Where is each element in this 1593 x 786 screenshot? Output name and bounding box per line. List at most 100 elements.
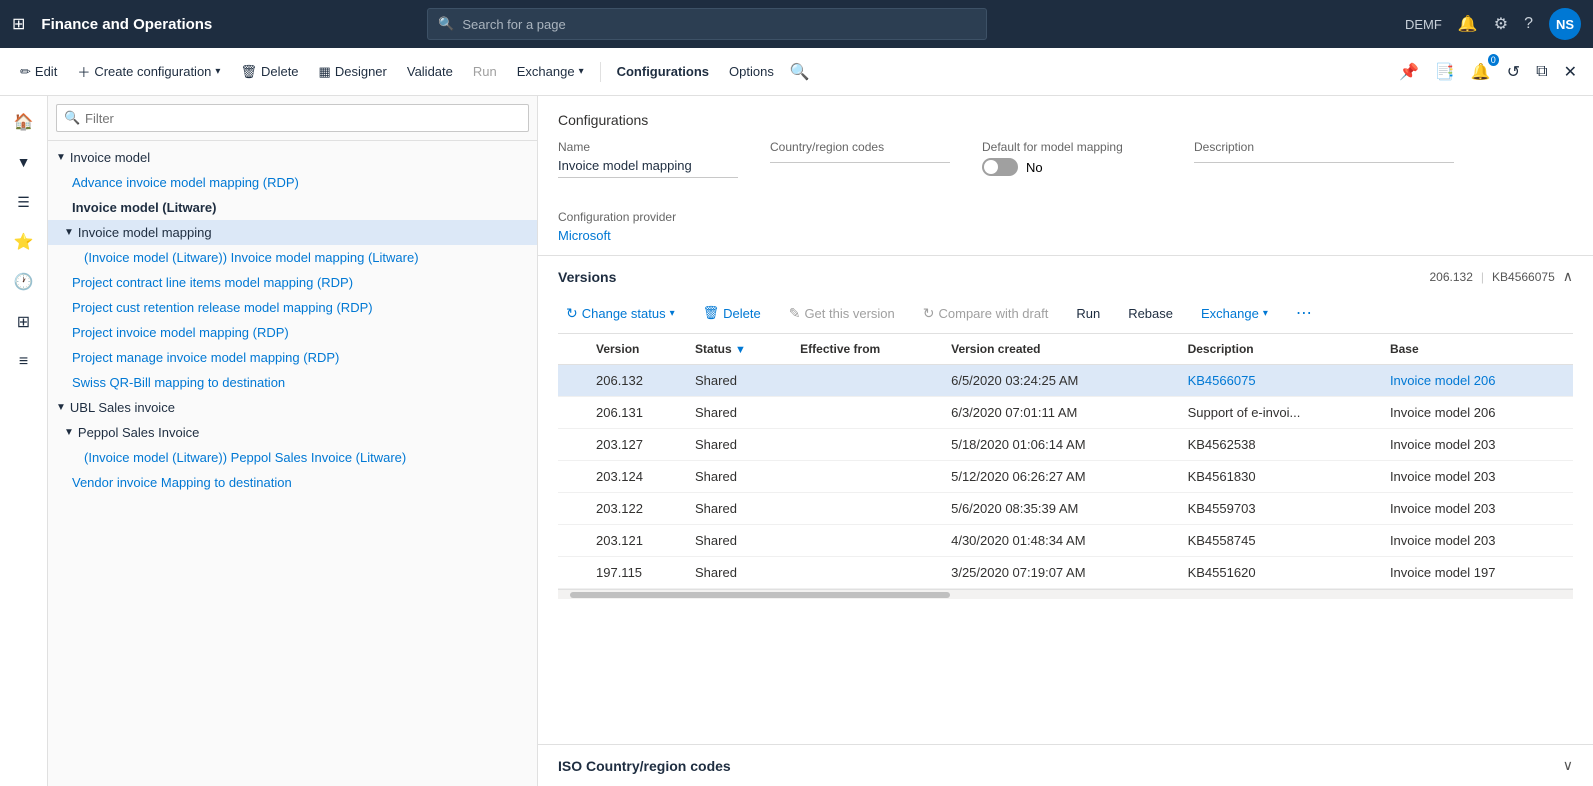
field-default-mapping: Default for model mapping No (982, 140, 1162, 178)
table-row[interactable]: 203.127Shared5/18/2020 01:06:14 AMKB4562… (558, 429, 1573, 461)
row-selector-cell (558, 397, 588, 429)
tree-item-project-cust[interactable]: Project cust retention release model map… (48, 295, 537, 320)
tree-item-advance-invoice[interactable]: Advance invoice model mapping (RDP) (48, 170, 537, 195)
table-row[interactable]: 203.121Shared4/30/2020 01:48:34 AMKB4558… (558, 525, 1573, 557)
tree-item-vendor-invoice[interactable]: Vendor invoice Mapping to destination (48, 470, 537, 495)
table-row[interactable]: 206.131Shared6/3/2020 07:01:11 AMSupport… (558, 397, 1573, 429)
change-status-button[interactable]: ↻ Change status ▾ (558, 301, 683, 326)
options-button[interactable]: Options (721, 58, 782, 85)
filter-input[interactable] (56, 104, 529, 132)
tree-item-link[interactable]: (Invoice model (Litware)) Peppol Sales I… (84, 450, 406, 465)
country-region-value (770, 158, 950, 163)
cell-base: Invoice model 203 (1382, 429, 1573, 461)
table-row[interactable]: 206.132Shared6/5/2020 03:24:25 AMKB45660… (558, 365, 1573, 397)
restore-icon[interactable]: ⧉ (1532, 59, 1551, 85)
app-grid-icon[interactable]: ⊞ (12, 14, 25, 34)
tree-item-label: Invoice model mapping (78, 225, 212, 240)
iso-expand-icon[interactable]: ∨ (1563, 757, 1573, 774)
row-selector-cell (558, 365, 588, 397)
configurations-button[interactable]: Configurations (609, 58, 717, 85)
tree-item-link[interactable]: (Invoice model (Litware)) Invoice model … (84, 250, 419, 265)
tree-item-invoice-model-mapping[interactable]: ▼ Invoice model mapping (48, 220, 537, 245)
tree-item-imm-litware[interactable]: (Invoice model (Litware)) Invoice model … (48, 245, 537, 270)
sidebar-list-icon[interactable]: ≡ (6, 344, 42, 380)
tree-item-link[interactable]: Project cust retention release model map… (72, 300, 373, 315)
sidebar-filter-icon[interactable]: ▼ (6, 144, 42, 180)
edit-button[interactable]: ✏ Edit (12, 58, 65, 86)
versions-exchange-button[interactable]: Exchange ▾ (1193, 302, 1276, 325)
notification-icon[interactable]: 🔔 (1458, 14, 1478, 34)
cell-description: KB4558745 (1180, 525, 1382, 557)
cell-version: 197.115 (588, 557, 687, 589)
tree-item-project-contract[interactable]: Project contract line items model mappin… (48, 270, 537, 295)
settings-icon[interactable]: ⚙ (1494, 14, 1508, 34)
search-bar[interactable]: 🔍 Search for a page (427, 8, 987, 40)
versions-collapse-icon[interactable]: ∧ (1563, 268, 1573, 285)
table-row[interactable]: 203.124Shared5/12/2020 06:26:27 AMKB4561… (558, 461, 1573, 493)
close-icon[interactable]: ✕ (1560, 58, 1581, 86)
tree-item-peppol[interactable]: ▼ Peppol Sales Invoice (48, 420, 537, 445)
tree-item-link[interactable]: Swiss QR-Bill mapping to destination (72, 375, 285, 390)
versions-meta-sep: | (1481, 270, 1484, 284)
run-button[interactable]: Run (465, 58, 505, 85)
sidebar-star-icon[interactable]: ⭐ (6, 224, 42, 260)
cell-status: Shared (687, 461, 792, 493)
search-toolbar-icon[interactable]: 🔍 (790, 62, 810, 82)
tree-item-invoice-model-litware[interactable]: Invoice model (Litware) (48, 195, 537, 220)
user-avatar[interactable]: NS (1549, 8, 1581, 40)
rebase-button[interactable]: Rebase (1120, 302, 1181, 325)
cell-status: Shared (687, 557, 792, 589)
tree-item-peppol-litware[interactable]: (Invoice model (Litware)) Peppol Sales I… (48, 445, 537, 470)
create-config-button[interactable]: ＋ Create configuration ▾ (69, 56, 228, 87)
tree-content[interactable]: ▼ Invoice model Advance invoice model ma… (48, 141, 537, 786)
get-this-version-button[interactable]: ✎ Get this version (781, 301, 903, 326)
sidebar-time-icon[interactable]: 🕐 (6, 264, 42, 300)
tree-item-project-manage[interactable]: Project manage invoice model mapping (RD… (48, 345, 537, 370)
exchange-button[interactable]: Exchange ▾ (509, 58, 592, 85)
delete-button[interactable]: 🗑 Delete (232, 58, 306, 86)
tree-item-link[interactable]: Vendor invoice Mapping to destination (72, 475, 292, 490)
tree-item-invoice-model[interactable]: ▼ Invoice model (48, 145, 537, 170)
tree-item-link[interactable]: Project invoice model mapping (RDP) (72, 325, 289, 340)
tree-item-ubl-sales[interactable]: ▼ UBL Sales invoice (48, 395, 537, 420)
notification-badge-icon[interactable]: 🔔0 (1467, 58, 1495, 86)
validate-button[interactable]: Validate (399, 58, 461, 85)
scrollbar-thumb[interactable] (570, 592, 950, 598)
col-effective-from: Effective from (792, 334, 943, 365)
cell-version-created: 4/30/2020 01:48:34 AM (943, 525, 1179, 557)
cell-version: 206.132 (588, 365, 687, 397)
sidebar-home-icon[interactable]: 🏠 (6, 104, 42, 140)
tree-item-link[interactable]: Project contract line items model mappin… (72, 275, 353, 290)
provider-label: Configuration provider (558, 210, 738, 224)
provider-value[interactable]: Microsoft (558, 228, 738, 243)
bookmark-icon[interactable]: 📑 (1431, 58, 1459, 86)
horizontal-scrollbar[interactable] (558, 589, 1573, 599)
tree-item-swiss-qr[interactable]: Swiss QR-Bill mapping to destination (48, 370, 537, 395)
env-label: DEMF (1405, 17, 1442, 32)
versions-run-button[interactable]: Run (1068, 302, 1108, 325)
sidebar-menu-icon[interactable]: ☰ (6, 184, 42, 220)
name-value: Invoice model mapping (558, 158, 738, 178)
versions-delete-button[interactable]: 🗑 Delete (695, 301, 769, 325)
cell-description: KB4559703 (1180, 493, 1382, 525)
table-row[interactable]: 203.122Shared5/6/2020 08:35:39 AMKB45597… (558, 493, 1573, 525)
tree-item-label: Peppol Sales Invoice (78, 425, 199, 440)
pin-icon[interactable]: 📌 (1395, 58, 1423, 86)
field-description: Description (1194, 140, 1454, 178)
compare-with-draft-button[interactable]: ↻ Compare with draft (915, 301, 1057, 326)
sidebar-grid-icon[interactable]: ⊞ (6, 304, 42, 340)
tree-item-link[interactable]: Advance invoice model mapping (RDP) (72, 175, 299, 190)
tree-item-link[interactable]: Project manage invoice model mapping (RD… (72, 350, 339, 365)
default-mapping-toggle[interactable] (982, 158, 1018, 176)
compare-icon: ↻ (923, 305, 935, 322)
delete-icon: 🗑 (703, 305, 720, 321)
more-button[interactable]: ⋯ (1288, 299, 1320, 327)
designer-button[interactable]: ▦ Designer (311, 58, 395, 86)
help-icon[interactable]: ? (1524, 15, 1533, 33)
tree-item-project-invoice[interactable]: Project invoice model mapping (RDP) (48, 320, 537, 345)
table-row[interactable]: 197.115Shared3/25/2020 07:19:07 AMKB4551… (558, 557, 1573, 589)
refresh-icon[interactable]: ↺ (1503, 58, 1524, 86)
cell-description: KB4566075 (1180, 365, 1382, 397)
collapse-icon: ▼ (56, 152, 66, 163)
cell-description: Support of e-invoi... (1180, 397, 1382, 429)
